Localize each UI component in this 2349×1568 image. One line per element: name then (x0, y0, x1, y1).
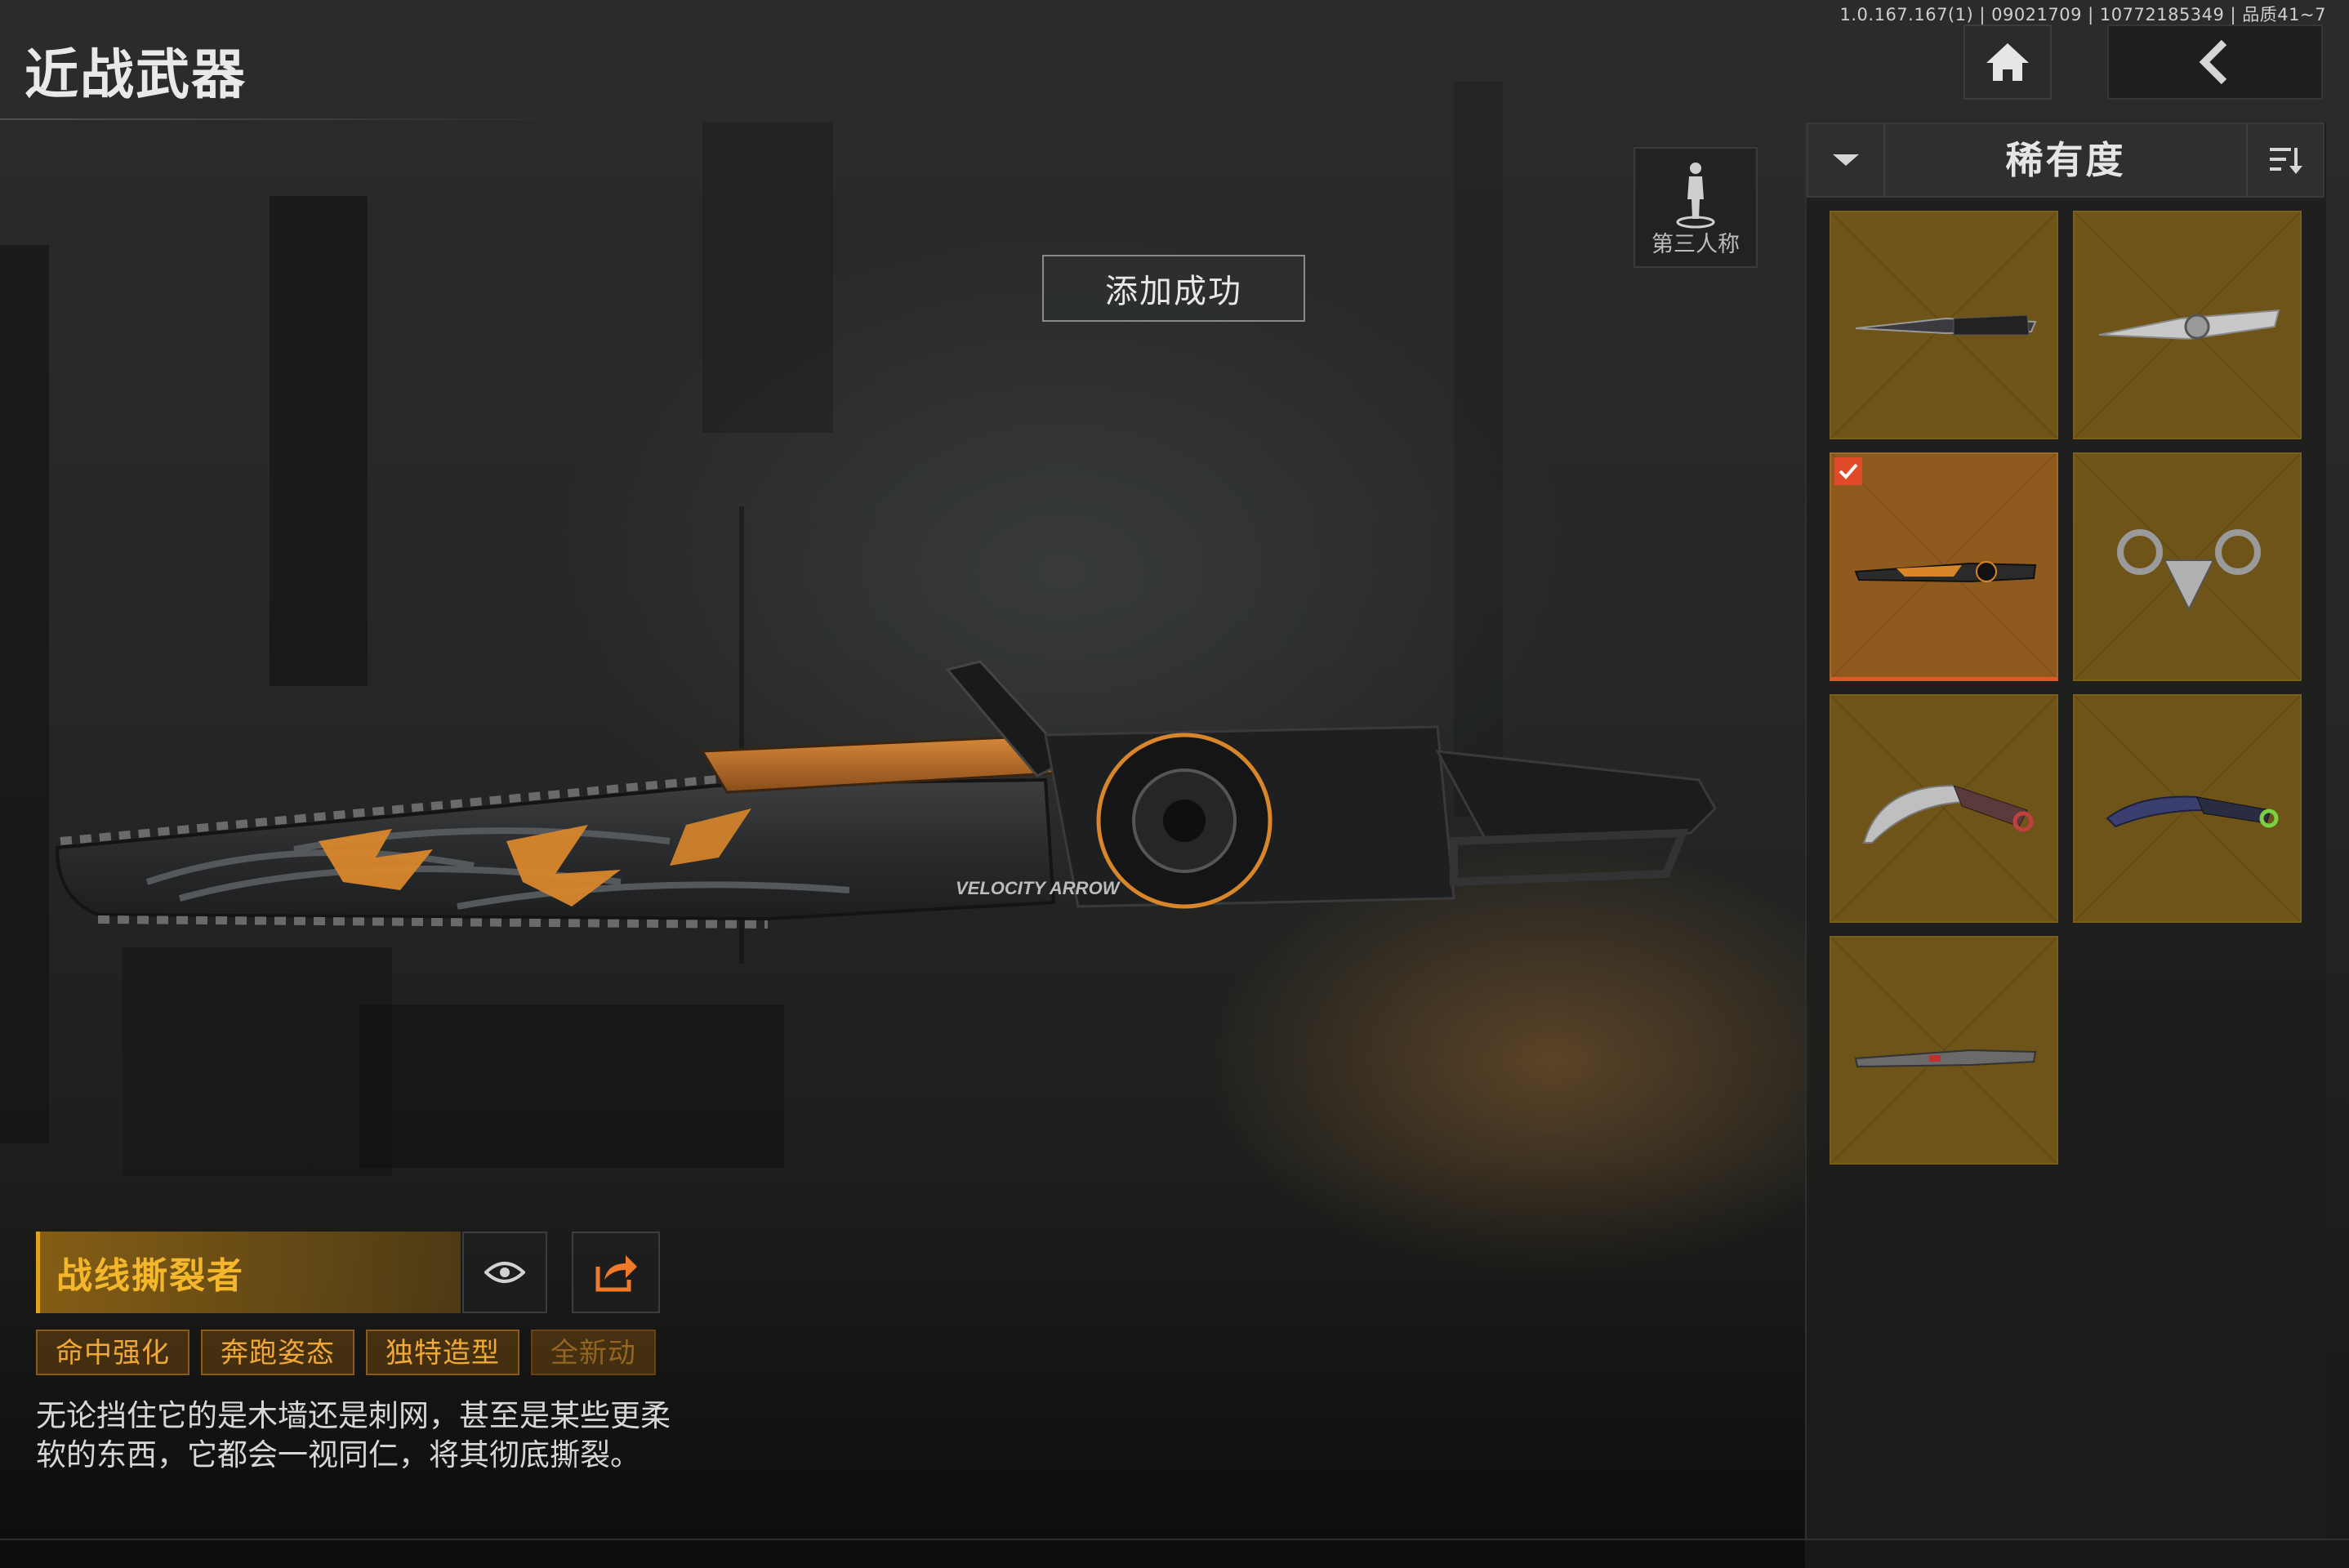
weapon-tags: 命中强化 奔跑姿态 独特造型 全新动 (36, 1330, 665, 1379)
version-info: 1.0.167.167(1) | 09021709 | 10772185349 … (1839, 5, 2326, 24)
preview-button[interactable] (462, 1232, 547, 1313)
karambit-icon (1862, 784, 2034, 844)
title-divider (0, 118, 588, 120)
weapon-tag: 独特造型 (366, 1330, 519, 1375)
weapon-name-bar: 战线撕裂者 (36, 1232, 461, 1313)
sort-order-button[interactable] (2246, 124, 2323, 196)
home-button[interactable] (1963, 24, 2052, 100)
perspective-toggle-button[interactable]: 第三人称 (1634, 147, 1758, 268)
inventory-item-selected[interactable] (1830, 452, 2058, 681)
sort-label[interactable]: 稀有度 (1890, 124, 2241, 196)
chevron-left-icon (2199, 39, 2227, 85)
inventory-item[interactable] (1830, 936, 2058, 1165)
chainsaw-icon (1854, 561, 2037, 583)
inventory-item[interactable] (1830, 211, 2058, 439)
sort-icon (2270, 148, 2302, 174)
eye-icon (484, 1262, 525, 1283)
share-icon (595, 1255, 637, 1292)
weapon-tag: 命中强化 (36, 1330, 189, 1375)
inventory-item[interactable] (2073, 452, 2302, 681)
weapon-model[interactable]: VELOCITY ARROW (49, 637, 1723, 964)
sort-dropdown-toggle[interactable] (1808, 124, 1885, 196)
home-icon (1986, 43, 2029, 81)
bottom-divider (0, 1539, 2349, 1540)
inventory-item[interactable] (1830, 694, 2058, 923)
inventory-item[interactable] (2073, 211, 2302, 439)
blue-karambit-icon (2106, 795, 2279, 828)
chevron-down-icon (1833, 154, 1859, 166)
weapon-tag: 全新动 (531, 1330, 656, 1375)
weapon-model-text: VELOCITY ARROW (956, 878, 1121, 898)
page-title: 近战武器 (25, 43, 247, 106)
person-icon (1676, 163, 1715, 229)
sort-bar: 稀有度 (1807, 122, 2324, 198)
share-button[interactable] (572, 1232, 660, 1313)
inventory-item[interactable] (2073, 694, 2302, 923)
silver-blade-icon (2098, 309, 2280, 341)
perspective-label: 第三人称 (1651, 232, 1740, 257)
weapon-description: 无论挡住它的是木墙还是刺网，甚至是某些更柔软的东西，它都会一视同仁，将其彻底撕裂… (36, 1398, 671, 1472)
claw-blades-icon (2117, 529, 2261, 612)
back-button[interactable] (2107, 24, 2323, 100)
dark-blade-icon (1855, 314, 2037, 336)
checkmark-icon (1834, 457, 1862, 485)
weapon-name: 战线撕裂者 (56, 1255, 244, 1297)
machete-icon (1854, 1049, 2037, 1068)
toast-message: 添加成功 (1042, 255, 1305, 322)
weapon-tag: 奔跑姿态 (201, 1330, 354, 1375)
